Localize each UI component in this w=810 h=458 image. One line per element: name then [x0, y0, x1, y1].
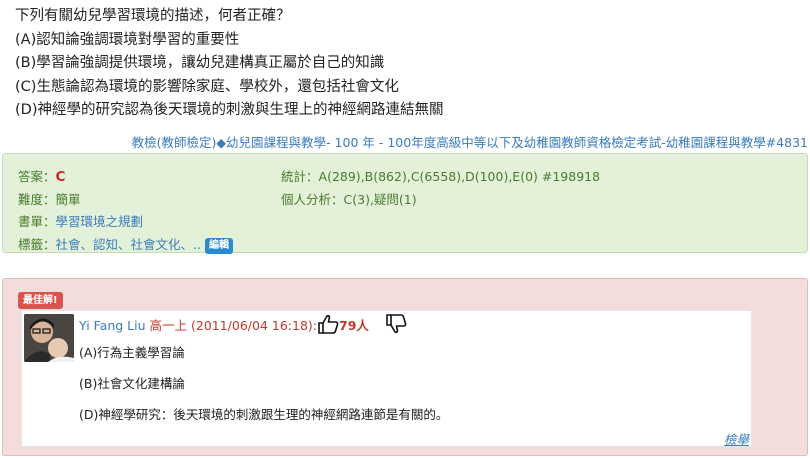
stats-row: 統計：A(289),B(862),C(6558),D(100),E(0) #19…: [281, 166, 600, 189]
best-answer-badge: 最佳解!: [18, 292, 63, 309]
option-c: (C)生態論認為環境的影響除家庭、學校外，還包括社會文化: [15, 78, 399, 95]
difficulty-row: 難度：簡單: [18, 189, 233, 212]
book-link[interactable]: 學習環境之規劃: [56, 214, 144, 229]
source-separator: ◆: [216, 135, 227, 150]
edit-tags-button[interactable]: 編輯: [204, 237, 233, 254]
thumbs-down-icon[interactable]: [385, 314, 407, 334]
question-source: 教檢(教師檢定)◆幼兒園課程與教學- 100 年 - 100年度高級中等以下及幼…: [132, 132, 808, 151]
answer-line: (A)行為主義學習論: [79, 345, 185, 360]
difficulty-label: 難度：: [18, 191, 56, 207]
avatar-image: [24, 314, 74, 362]
personal-analysis-value: C(3),疑問(1): [343, 191, 417, 207]
answer-label: 答案：: [18, 169, 56, 184]
tags-label: 標籤：: [18, 236, 56, 252]
book-row: 書單：學習環境之規劃: [18, 211, 233, 234]
source-subject-link[interactable]: 幼兒園課程與教學: [226, 135, 326, 150]
answer-line: (B)社會文化建構論: [79, 376, 185, 391]
stats-label: 統計：: [281, 169, 319, 184]
answer-line: (D)神經學研究：後天環境的刺激跟生理的神經網路連節是有關的。: [79, 407, 449, 422]
info-left-column: 答案：C 難度：簡單 書單：學習環境之規劃 標籤：社會、認知、社會文化、.. 編…: [18, 166, 233, 256]
tags-row: 標籤：社會、認知、社會文化、.. 編輯: [18, 234, 233, 257]
answer-value: C: [55, 169, 66, 185]
option-d: (D)神經學的研究認為後天環境的刺激與生理上的神經網路連結無關: [15, 102, 444, 118]
option-a: (A)認知論強調環境對學習的重要性: [15, 31, 240, 48]
best-answer-panel: 最佳解! Yi Fang Liu 高一上 (2011/06/04 16:18):…: [2, 278, 808, 456]
avatar[interactable]: [24, 314, 74, 362]
answer-row: 答案：C: [18, 166, 233, 189]
stats-value: A(289),B(862),C(6558),D(100),E(0) #19891…: [318, 169, 601, 184]
report-link[interactable]: 檢舉: [724, 429, 749, 448]
tags-link[interactable]: 社會、認知、社會文化、..: [56, 237, 201, 252]
question-info-panel: 答案：C 難度：簡單 書單：學習環境之規劃 標籤：社會、認知、社會文化、.. 編…: [2, 153, 808, 256]
source-category-link[interactable]: 教檢(教師檢定): [132, 135, 217, 150]
personal-analysis-label: 個人分析：: [281, 191, 344, 207]
like-count: 79人: [339, 318, 369, 333]
question-block: 下列有關幼兒學習環境的描述，何者正確？ (A)認知論強調環境對學習的重要性 (B…: [15, 5, 443, 123]
info-right-column: 統計：A(289),B(862),C(6558),D(100),E(0) #19…: [281, 166, 600, 211]
author-info: 高一上 (2011/06/04 16:18):: [149, 318, 317, 333]
answer-content: (A)行為主義學習論 (B)社會文化建構論 (D)神經學研究：後天環境的刺激跟生…: [79, 337, 448, 430]
option-b: (B)學習論強調提供環境，讓幼兒建構真正屬於自己的知識: [15, 55, 385, 71]
personal-analysis-row: 個人分析：C(3),疑問(1): [281, 189, 600, 212]
answer-card: Yi Fang Liu 高一上 (2011/06/04 16:18): 79人 (…: [21, 310, 752, 447]
answer-meta: Yi Fang Liu 高一上 (2011/06/04 16:18): 79人: [79, 314, 407, 335]
author-name-link[interactable]: Yi Fang Liu: [79, 318, 146, 333]
difficulty-value: 簡單: [55, 191, 81, 207]
question-stem: 下列有關幼兒學習環境的描述，何者正確？: [15, 8, 291, 24]
book-label: 書單：: [18, 214, 56, 229]
source-exam-link[interactable]: - 100 年 - 100年度高級中等以下及幼稚園教師資格檢定考試-幼稚園課程與…: [326, 135, 808, 150]
thumbs-up-icon[interactable]: [317, 314, 339, 334]
